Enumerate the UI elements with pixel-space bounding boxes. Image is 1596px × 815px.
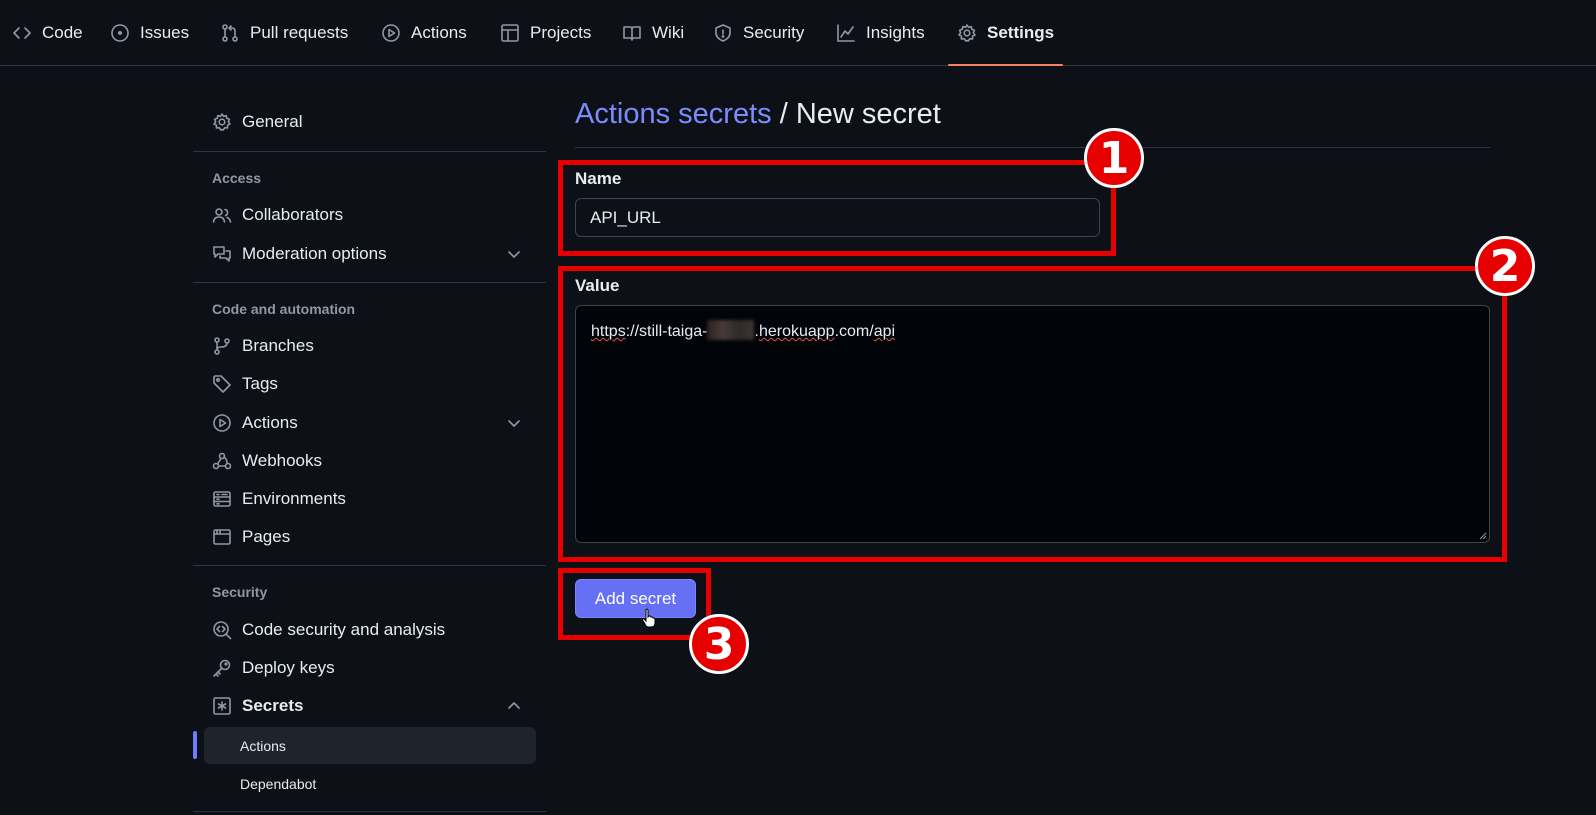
gear-icon: [958, 24, 976, 42]
chevron-up-icon[interactable]: [506, 698, 522, 714]
chevron-down-icon[interactable]: [506, 415, 522, 431]
sidebar-item-secrets[interactable]: Secrets: [193, 689, 546, 723]
git-branch-icon: [214, 337, 230, 355]
tab-label: Pull requests: [250, 23, 349, 42]
sidebar-item-collaborators[interactable]: Collaborators: [193, 198, 546, 232]
breadcrumb-current: New secret: [795, 98, 941, 130]
tab-pull-requests[interactable]: Pull requests: [220, 0, 348, 66]
repo-nav: Code Issues Pull requests Actions Projec…: [0, 0, 1596, 66]
sidebar-item-label: Code security and analysis: [242, 620, 446, 639]
title-divider: [575, 147, 1490, 148]
tab-label: Code: [42, 23, 83, 42]
graph-icon: [837, 24, 855, 42]
sidebar-item-label: General: [242, 112, 303, 131]
asterisk-icon: [213, 697, 231, 715]
sidebar-item-environments[interactable]: Environments: [193, 482, 546, 516]
tab-issues[interactable]: Issues: [110, 0, 189, 66]
sidebar-item-branches[interactable]: Branches: [193, 329, 546, 363]
divider: [193, 151, 546, 152]
divider: [193, 282, 546, 283]
tab-label: Actions: [411, 23, 467, 42]
tag-icon: [213, 375, 231, 393]
sidebar-item-pages[interactable]: Pages: [193, 520, 546, 554]
codescan-icon: [213, 621, 232, 640]
sidebar-item-moderation[interactable]: Moderation options: [193, 237, 546, 271]
sidebar-subitem-secrets-actions[interactable]: Actions: [204, 727, 536, 764]
sidebar-item-deploy-keys[interactable]: Deploy keys: [193, 651, 546, 685]
selected-indicator: [193, 731, 197, 759]
annotation-box-1: [558, 160, 1116, 256]
play-icon: [213, 414, 231, 432]
tab-code[interactable]: Code: [12, 0, 83, 66]
tab-insights[interactable]: Insights: [836, 0, 925, 66]
tab-wiki[interactable]: Wiki: [622, 0, 684, 66]
issue-icon: [111, 24, 129, 42]
sidebar-subitem-secrets-dependabot[interactable]: Dependabot: [204, 765, 536, 802]
divider: [193, 811, 546, 812]
tab-label: Projects: [530, 23, 592, 42]
sidebar-item-label: Moderation options: [242, 244, 387, 263]
divider: [193, 565, 546, 566]
sidebar-item-label: Actions: [242, 413, 298, 432]
sidebar-item-label: Branches: [242, 336, 314, 355]
annotation-badge-3: 3: [689, 614, 749, 674]
comment-discussion-icon: [213, 246, 231, 262]
key-icon: [213, 659, 231, 677]
chevron-down-icon[interactable]: [506, 246, 522, 262]
page-title: Actions secrets / New secret: [575, 98, 941, 131]
book-icon: [623, 26, 641, 41]
sidebar-item-label: Secrets: [242, 696, 304, 715]
annotation-badge-1: 1: [1084, 128, 1144, 188]
sidebar-item-label: Pages: [242, 527, 291, 546]
webhook-icon: [212, 452, 232, 470]
table-icon: [501, 24, 519, 42]
breadcrumb-actions-secrets-link[interactable]: Actions secrets: [575, 98, 772, 130]
people-icon: [212, 208, 232, 223]
sidebar-item-label: Collaborators: [242, 205, 344, 224]
sidebar-item-code-security[interactable]: Code security and analysis: [193, 613, 546, 647]
breadcrumb-separator: /: [771, 98, 796, 130]
sidebar-item-label: Environments: [242, 489, 346, 508]
gear-icon: [213, 113, 231, 131]
browser-icon: [213, 529, 231, 545]
tab-label: Insights: [866, 23, 925, 42]
sidebar-item-tags[interactable]: Tags: [193, 367, 546, 401]
tab-label: Security: [743, 23, 805, 42]
sidebar-item-webhooks[interactable]: Webhooks: [193, 444, 546, 478]
tab-label: Settings: [987, 23, 1055, 42]
tab-actions[interactable]: Actions: [381, 0, 467, 66]
sidebar-item-general[interactable]: General: [193, 105, 546, 139]
tab-settings[interactable]: Settings: [947, 0, 1064, 66]
annotation-box-2: [558, 266, 1507, 562]
sidebar-item-actions[interactable]: Actions: [193, 406, 546, 440]
tab-label: Issues: [140, 23, 190, 42]
sidebar-item-label: Webhooks: [242, 451, 323, 470]
section-heading-code-automation: Code and automation: [212, 301, 356, 317]
sidebar-item-label: Deploy keys: [242, 658, 335, 677]
annotation-box-3: [558, 568, 711, 640]
pull-request-icon: [222, 24, 238, 42]
annotation-badge-2: 2: [1475, 236, 1535, 296]
section-heading-security: Security: [212, 584, 268, 600]
sidebar-item-label: Tags: [242, 374, 278, 393]
section-heading-access: Access: [212, 170, 262, 186]
tab-security[interactable]: Security: [713, 0, 804, 66]
code-icon: [13, 27, 31, 39]
server-icon: [213, 491, 231, 507]
play-icon: [382, 24, 400, 42]
tab-projects[interactable]: Projects: [500, 0, 591, 66]
tab-label: Wiki: [652, 23, 685, 42]
shield-icon: [715, 24, 731, 42]
